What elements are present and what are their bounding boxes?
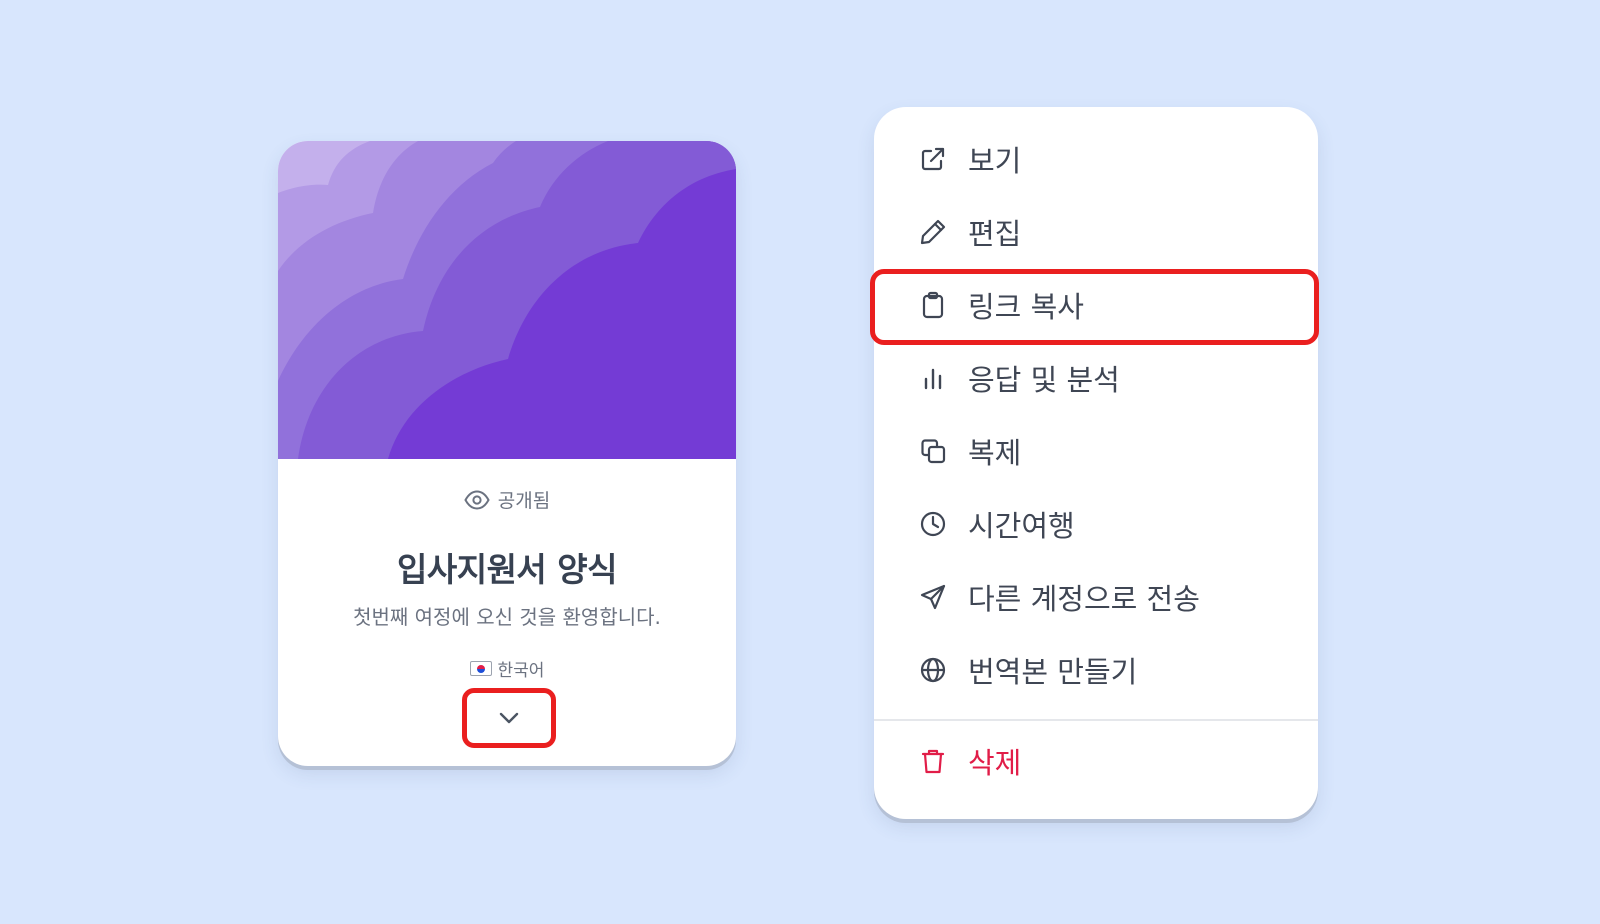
menu-item-label: 시간여행: [968, 509, 1075, 543]
menu-divider: [874, 719, 1318, 721]
form-card[interactable]: 공개됨 입사지원서 양식 첫번째 여정에 오신 것을 환영합니다. 한국어: [278, 141, 736, 766]
visibility-status: 공개됨: [278, 486, 736, 513]
menu-item-label: 링크 복사: [968, 290, 1084, 324]
menu-item-transfer[interactable]: 다른 계정으로 전송: [918, 575, 1200, 619]
menu-item-create-translation[interactable]: 번역본 만들기: [918, 648, 1137, 692]
clock-icon: [918, 509, 948, 539]
chevron-down-icon: [498, 711, 520, 725]
card-cover-image: [278, 141, 736, 459]
menu-item-edit[interactable]: 편집: [918, 210, 1021, 254]
menu-item-responses-analytics[interactable]: 응답 및 분석: [918, 356, 1120, 400]
menu-item-label: 번역본 만들기: [968, 655, 1138, 689]
external-link-icon: [918, 144, 948, 174]
menu-item-label: 편집: [968, 217, 1022, 251]
language-badge: 한국어: [278, 656, 736, 681]
clipboard-icon: [918, 290, 948, 320]
menu-item-label: 복제: [968, 436, 1022, 470]
menu-item-delete[interactable]: 삭제: [918, 739, 1021, 783]
status-label: 공개됨: [497, 490, 551, 512]
pencil-icon: [918, 217, 948, 247]
menu-item-label: 보기: [968, 144, 1022, 178]
menu-item-duplicate[interactable]: 복제: [918, 429, 1021, 473]
korea-flag-icon: [469, 661, 492, 676]
form-title: 입사지원서 양식: [396, 550, 618, 589]
duplicate-icon: [918, 436, 948, 466]
menu-item-copy-link[interactable]: 링크 복사: [918, 283, 1084, 327]
eye-icon: [464, 489, 490, 510]
form-description: 첫번째 여정에 오신 것을 환영합니다.: [353, 605, 661, 629]
context-menu: 보기 편집 링크 복사 응답 및 분석 복제 시간여행 다른 계정으로 전송 번…: [874, 107, 1318, 819]
menu-item-label: 삭제: [968, 746, 1022, 780]
bar-chart-icon: [918, 363, 948, 393]
menu-item-time-travel[interactable]: 시간여행: [918, 502, 1075, 546]
trash-icon: [918, 746, 948, 776]
expand-menu-button[interactable]: [462, 688, 556, 748]
globe-icon: [918, 655, 948, 685]
language-label: 한국어: [497, 661, 545, 681]
menu-item-label: 응답 및 분석: [968, 363, 1120, 397]
menu-item-view[interactable]: 보기: [918, 137, 1021, 181]
send-icon: [918, 582, 948, 612]
menu-item-label: 다른 계정으로 전송: [968, 582, 1200, 616]
